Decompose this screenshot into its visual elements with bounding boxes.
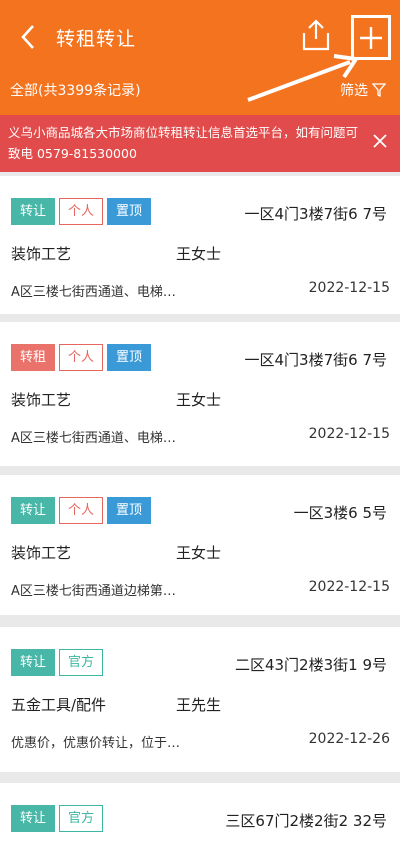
funnel-icon <box>372 83 386 97</box>
listing-location: 一区4门3楼7街6 7号 <box>244 205 388 223</box>
type-tag: 转租 <box>11 344 56 371</box>
filter-button[interactable]: 筛选 <box>340 80 386 100</box>
pinned-tag: 置顶 <box>107 497 152 524</box>
listing-contact: 王女士 <box>176 391 222 409</box>
close-icon[interactable] <box>371 132 389 150</box>
source-tag: 个人 <box>59 344 104 371</box>
listing-contact: 王女士 <box>176 245 222 263</box>
source-tag: 官方 <box>59 649 104 676</box>
type-tag: 转让 <box>11 198 56 225</box>
listing-category: 装饰工艺 <box>11 391 72 409</box>
listing-date: 2022-12-15 <box>308 426 390 442</box>
listing-category: 五金工具/配件 <box>11 696 107 714</box>
type-tag: 转让 <box>11 497 56 524</box>
add-listing-button[interactable] <box>351 15 391 60</box>
listing-card[interactable]: 转让 个人 置顶 一区3楼6 5号 装饰工艺 王女士 A区三楼七街西通道边梯第…… <box>0 475 400 615</box>
type-tag: 转让 <box>11 649 56 676</box>
listing-description: A区三楼七街西通道、电梯… <box>11 431 176 446</box>
listing-description: A区三楼七街西通道边梯第… <box>11 584 176 599</box>
source-tag: 个人 <box>59 497 104 524</box>
record-count: 全部(共3399条记录) <box>10 83 141 99</box>
share-icon[interactable] <box>300 18 332 52</box>
listing-contact: 王先生 <box>176 696 222 714</box>
notice-banner: 义乌小商品城各大市场商位转租转让信息首选平台，如有问题可致电 0579-8153… <box>0 115 400 172</box>
listing-contact: 王女士 <box>176 544 222 562</box>
filter-label: 筛选 <box>340 83 368 99</box>
source-tag: 个人 <box>59 198 104 225</box>
listing-location: 一区3楼6 5号 <box>293 504 387 522</box>
back-arrow-icon[interactable] <box>16 22 42 52</box>
notice-text: 义乌小商品城各大市场商位转租转让信息首选平台，如有问题可致电 0579-8153… <box>8 125 359 161</box>
listing-category: 装饰工艺 <box>11 544 72 562</box>
listing-date: 2022-12-15 <box>308 280 390 296</box>
listing-location: 一区4门3楼7街6 7号 <box>244 351 388 369</box>
page-title: 转租转让 <box>56 28 137 50</box>
app-header: 转租转让 全部(共3399条记录) 筛选 <box>0 0 400 115</box>
listing-card[interactable]: 转让 个人 置顶 一区4门3楼7街6 7号 装饰工艺 王女士 A区三楼七街西通道… <box>0 176 400 314</box>
listing-location: 三区67门2楼2街2 32号 <box>225 812 387 830</box>
listing-card[interactable]: 转让 官方 三区67门2楼2街2 32号 <box>0 783 400 857</box>
listing-description: 优惠价，优惠价转让，位于… <box>11 736 181 751</box>
listing-card[interactable]: 转租 个人 置顶 一区4门3楼7街6 7号 装饰工艺 王女士 A区三楼七街西通道… <box>0 322 400 466</box>
listing-card[interactable]: 转让 官方 二区43门2楼3街1 9号 五金工具/配件 王先生 优惠价，优惠价转… <box>0 627 400 772</box>
source-tag: 官方 <box>59 805 104 832</box>
pinned-tag: 置顶 <box>107 198 152 225</box>
listing-location: 二区43门2楼3街1 9号 <box>234 656 387 674</box>
listing-date: 2022-12-26 <box>308 731 390 747</box>
listing-date: 2022-12-15 <box>308 579 390 595</box>
listing-description: A区三楼七街西通道、电梯… <box>11 285 176 300</box>
plus-icon <box>360 27 382 49</box>
listing-category: 装饰工艺 <box>11 245 72 263</box>
type-tag: 转让 <box>11 805 56 832</box>
pinned-tag: 置顶 <box>107 344 152 371</box>
